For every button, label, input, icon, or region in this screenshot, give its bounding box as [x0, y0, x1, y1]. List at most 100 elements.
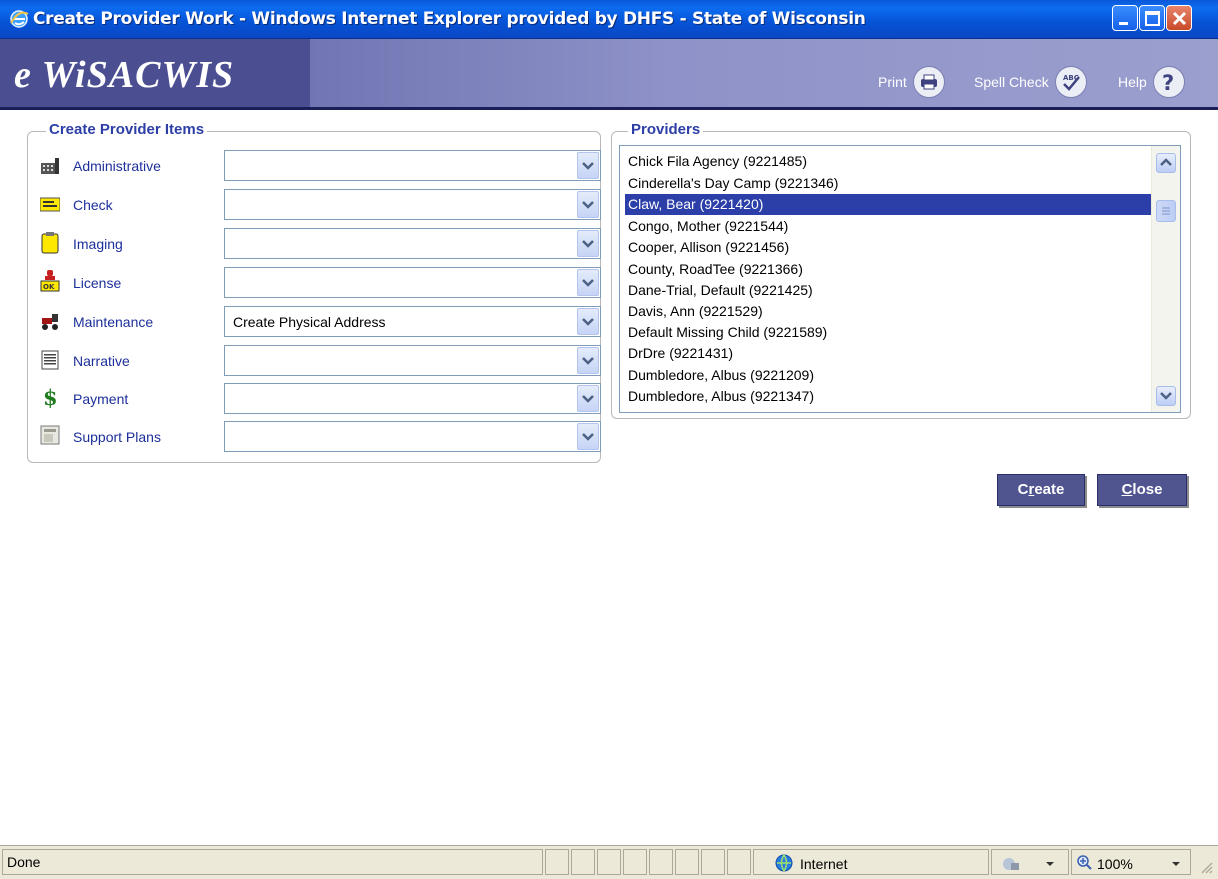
item-label: License [73, 275, 122, 291]
chevron-down-icon [582, 395, 594, 403]
print-button[interactable]: Print [878, 66, 945, 98]
lock-icon [1003, 858, 1019, 870]
zoom-level: 100% [1097, 856, 1133, 872]
item-row-payment: $ Payment [40, 383, 601, 415]
create-button[interactable]: Create [997, 474, 1085, 506]
list-item[interactable]: Congo, Mother (9221544) [625, 216, 1151, 237]
security-zone-label: Internet [800, 856, 848, 872]
chevron-down-icon[interactable] [1045, 861, 1055, 867]
resize-grip-icon[interactable] [1200, 861, 1214, 875]
scroll-thumb[interactable] [1156, 200, 1176, 222]
payment-select[interactable] [224, 383, 601, 414]
status-pane [727, 849, 751, 875]
document-icon [41, 350, 59, 370]
maintenance-select[interactable]: Create Physical Address [224, 306, 601, 337]
status-text: Done [2, 849, 543, 875]
check-select[interactable] [224, 189, 601, 220]
list-item[interactable]: Chick Fila Agency (9221485) [625, 151, 1151, 172]
minimize-icon [1119, 22, 1128, 25]
clipboard-icon [41, 232, 59, 254]
list-item[interactable]: Default Missing Child (9221589) [625, 322, 1151, 343]
print-label: Print [878, 74, 907, 90]
close-button[interactable]: Close [1097, 474, 1187, 506]
ie-logo-icon [10, 10, 29, 28]
close-window-button[interactable] [1166, 5, 1192, 31]
providers-listbox[interactable]: Chick Fila Agency (9221485) Cinderella's… [619, 145, 1181, 413]
create-label-a: C [1017, 481, 1029, 498]
window-title: Create Provider Work - Windows Internet … [33, 9, 866, 29]
chevron-down-icon[interactable] [1171, 861, 1181, 867]
create-provider-items-legend: Create Provider Items [46, 121, 208, 138]
list-item[interactable]: Dumbledore, Albus (9221347) [625, 386, 1151, 407]
close-label-b: lose [1132, 481, 1163, 498]
chevron-down-icon [582, 318, 594, 326]
item-row-support-plans: Support Plans [40, 421, 601, 453]
scroll-up-button[interactable] [1156, 153, 1176, 173]
list-item[interactable]: Davis, Ann (9221529) [625, 301, 1151, 322]
item-label: Administrative [73, 158, 161, 174]
dropdown-button[interactable] [577, 230, 599, 257]
dropdown-button[interactable] [577, 385, 599, 412]
maximize-button[interactable] [1139, 5, 1165, 31]
list-item[interactable]: County, RoadTee (9221366) [625, 259, 1151, 280]
grip-icon [1162, 207, 1170, 215]
chevron-down-icon [582, 162, 594, 170]
item-row-maintenance: Maintenance Create Physical Address [40, 306, 601, 338]
spell-check-button[interactable]: Spell Check ABC [974, 66, 1087, 98]
administrative-select[interactable] [224, 150, 601, 181]
minimize-button[interactable] [1112, 5, 1138, 31]
select-value: Create Physical Address [233, 314, 386, 330]
spell-check-label: Spell Check [974, 74, 1049, 90]
list-item[interactable]: DrDre (9221431) [625, 343, 1151, 364]
status-pane [649, 849, 673, 875]
providers-legend: Providers [628, 121, 704, 138]
close-icon [1172, 11, 1187, 26]
help-icon: ? [1152, 66, 1185, 98]
license-select[interactable] [224, 267, 601, 298]
item-label: Imaging [73, 236, 123, 252]
narrative-select[interactable] [224, 345, 601, 376]
providers-scrollbar[interactable] [1151, 146, 1180, 412]
dropdown-button[interactable] [577, 191, 599, 218]
status-pane [623, 849, 647, 875]
create-label-b: eate [1034, 481, 1065, 498]
dropdown-button[interactable] [577, 308, 599, 335]
app-logo: e WiSACWIS [14, 54, 235, 96]
imaging-select[interactable] [224, 228, 601, 259]
chevron-down-icon [1160, 392, 1172, 400]
item-row-imaging: Imaging [40, 228, 601, 260]
dropdown-button[interactable] [577, 347, 599, 374]
app-header: e WiSACWIS Print Spell Check ABC Help ? [0, 39, 1218, 110]
dropdown-button[interactable] [577, 423, 599, 450]
status-pane [701, 849, 725, 875]
svg-text:OK: OK [43, 283, 55, 291]
dollar-icon: $ [43, 386, 58, 408]
help-button[interactable]: Help ? [1118, 66, 1185, 98]
list-item[interactable]: Dane-Trial, Default (9221425) [625, 280, 1151, 301]
list-item-selected[interactable]: Claw, Bear (9221420) [625, 194, 1151, 215]
license-stamp-icon: OK [40, 270, 60, 292]
status-pane [597, 849, 621, 875]
status-pane [571, 849, 595, 875]
list-item[interactable]: Cinderella's Day Camp (9221346) [625, 173, 1151, 194]
item-row-administrative: Administrative [40, 150, 601, 182]
list-item[interactable]: Cooper, Allison (9221456) [625, 237, 1151, 258]
item-label: Payment [73, 391, 129, 407]
window-title-bar[interactable]: Create Provider Work - Windows Internet … [0, 0, 1218, 39]
chevron-down-icon [582, 240, 594, 248]
item-row-check: Check [40, 189, 601, 221]
list-item[interactable]: Dumbledore, Albus (9221209) [625, 365, 1151, 386]
status-pane [675, 849, 699, 875]
status-bar: Done Internet 100% [0, 845, 1218, 879]
dropdown-button[interactable] [577, 269, 599, 296]
item-label: Check [73, 197, 113, 213]
zoom-icon [1077, 855, 1092, 870]
globe-icon [775, 854, 793, 872]
tractor-icon [42, 314, 58, 330]
close-label-accesskey: C [1121, 481, 1133, 498]
dropdown-button[interactable] [577, 152, 599, 179]
chevron-down-icon [582, 201, 594, 209]
scroll-down-button[interactable] [1156, 386, 1176, 406]
support-plans-select[interactable] [224, 421, 601, 452]
check-icon [40, 197, 60, 212]
